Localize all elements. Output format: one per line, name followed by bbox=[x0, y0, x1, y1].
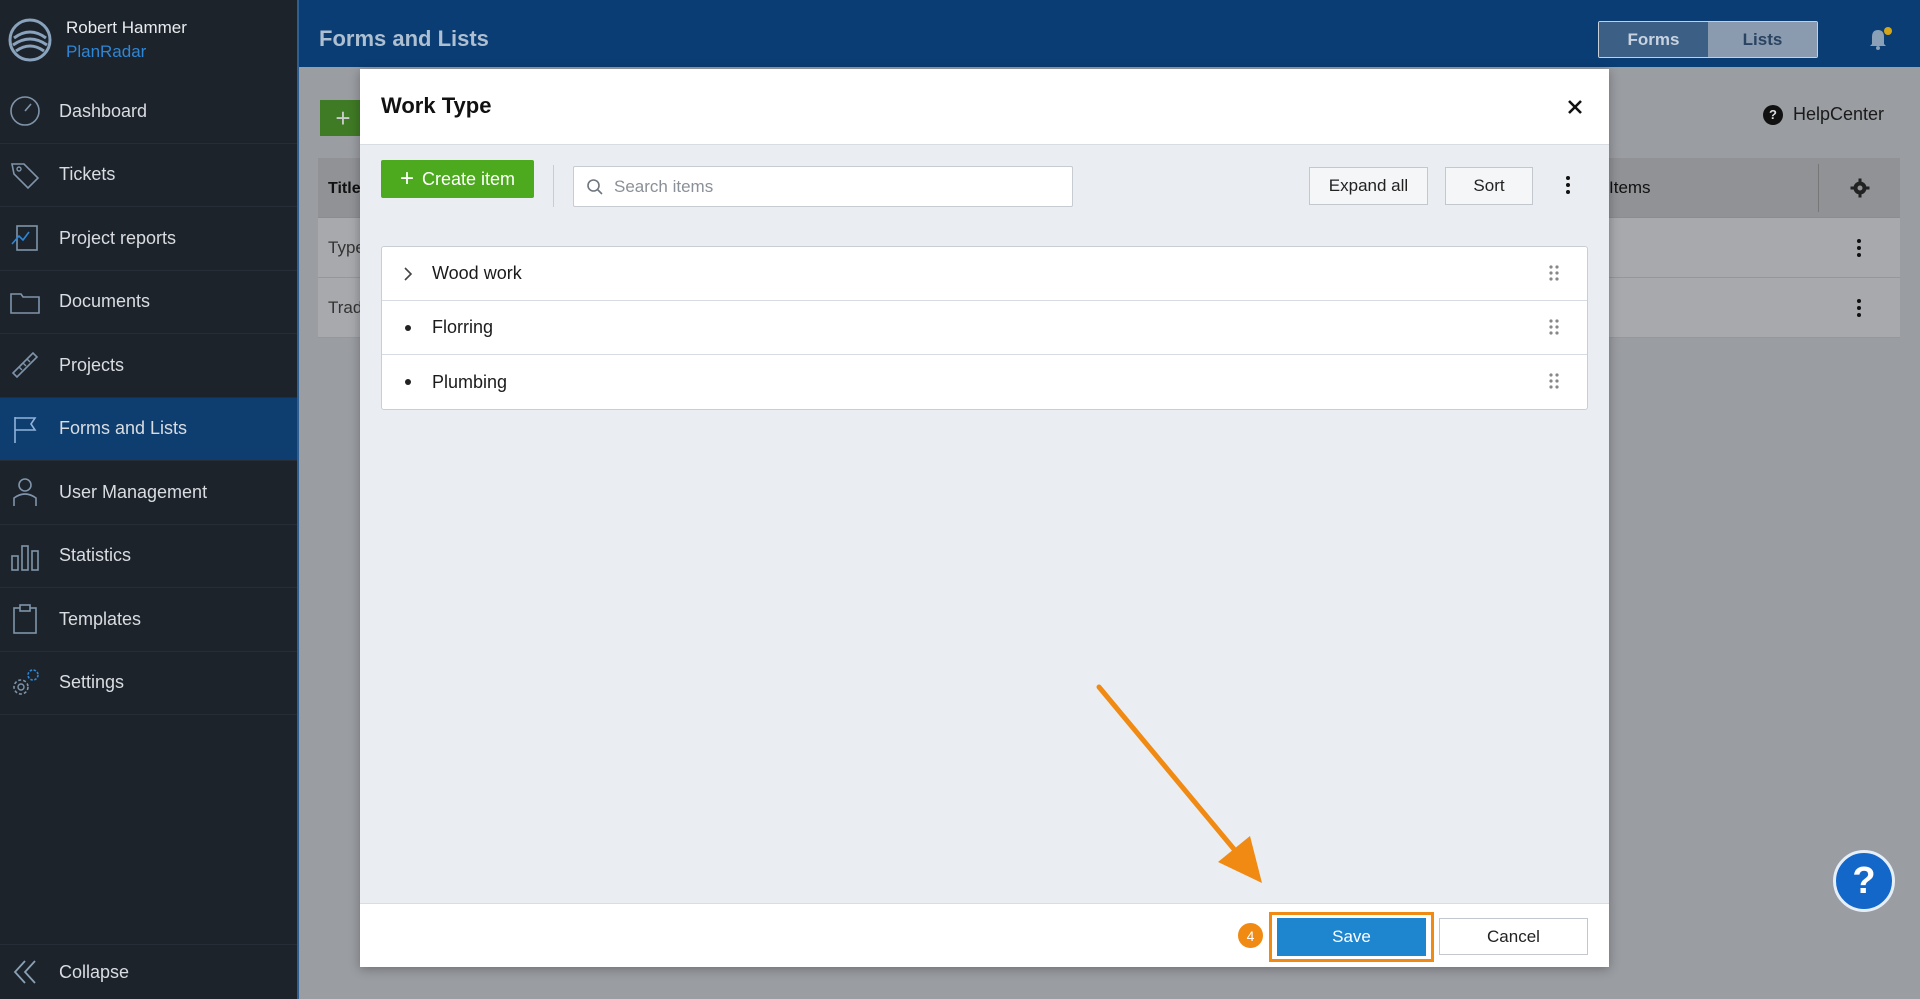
collapse-label: Collapse bbox=[59, 961, 130, 982]
list-item-label: Plumbing bbox=[432, 371, 508, 392]
sidebar-item-project-reports[interactable]: Project reports bbox=[0, 207, 297, 271]
sidebar-item-label: Templates bbox=[59, 608, 142, 629]
flag-icon bbox=[8, 412, 42, 446]
sidebar-item-statistics[interactable]: Statistics bbox=[0, 525, 297, 588]
sidebar-item-projects[interactable]: Projects bbox=[0, 334, 297, 398]
bell-icon[interactable] bbox=[1867, 26, 1893, 50]
save-button[interactable]: Save bbox=[1277, 918, 1426, 956]
dashboard-icon bbox=[8, 94, 42, 128]
sidebar-item-label: Dashboard bbox=[59, 100, 148, 121]
bullet-icon bbox=[392, 324, 424, 331]
gear-icon[interactable] bbox=[1850, 178, 1870, 198]
tab-lists[interactable]: Lists bbox=[1708, 22, 1817, 57]
work-type-modal: Work Type + Create item Expand all Sort … bbox=[360, 69, 1609, 967]
clipboard-icon bbox=[8, 602, 42, 636]
tab-forms[interactable]: Forms bbox=[1599, 22, 1708, 57]
more-vertical-icon[interactable] bbox=[1855, 298, 1863, 318]
row-title: Trad bbox=[328, 298, 363, 317]
bar-chart-icon bbox=[8, 539, 42, 573]
modal-title: Work Type bbox=[381, 93, 492, 118]
toolbar-divider bbox=[553, 165, 554, 207]
column-items: Items bbox=[1609, 178, 1651, 197]
list-item-label: Wood work bbox=[432, 263, 522, 283]
sidebar-item-dashboard[interactable]: Dashboard bbox=[0, 80, 297, 144]
bullet-icon bbox=[392, 379, 424, 385]
sort-button[interactable]: Sort bbox=[1445, 167, 1533, 205]
sidebar-item-user-management[interactable]: User Management bbox=[0, 461, 297, 525]
help-fab-button[interactable]: ? bbox=[1833, 850, 1895, 912]
forms-lists-toggle: Forms Lists bbox=[1598, 21, 1818, 58]
brand-name: PlanRadar bbox=[66, 42, 147, 61]
helpcenter-link[interactable]: ? HelpCenter bbox=[1763, 104, 1884, 125]
search-icon bbox=[587, 178, 603, 195]
more-vertical-icon[interactable] bbox=[1564, 174, 1572, 196]
sidebar: Robert Hammer PlanRadar Dashboard Ticket… bbox=[0, 0, 299, 999]
drag-handle-icon[interactable] bbox=[1549, 373, 1559, 389]
column-divider bbox=[1818, 164, 1819, 212]
sidebar-item-label: Statistics bbox=[59, 545, 132, 566]
step-badge: 4 bbox=[1236, 921, 1265, 950]
sidebar-item-forms-and-lists[interactable]: Forms and Lists bbox=[0, 397, 297, 461]
items-list: Wood work Florring Plumbing bbox=[381, 246, 1588, 410]
user-icon bbox=[8, 475, 42, 509]
close-icon[interactable] bbox=[1563, 95, 1587, 119]
sidebar-item-templates[interactable]: Templates bbox=[0, 588, 297, 652]
list-item[interactable]: Wood work bbox=[382, 247, 1587, 301]
list-item[interactable]: Florring bbox=[382, 301, 1587, 355]
create-item-label: Create item bbox=[421, 168, 516, 189]
modal-footer: 4 Save Cancel bbox=[360, 903, 1609, 967]
modal-header: Work Type bbox=[360, 69, 1609, 145]
list-item[interactable]: Plumbing bbox=[382, 355, 1587, 409]
drag-handle-icon[interactable] bbox=[1549, 265, 1559, 281]
ruler-icon bbox=[8, 348, 42, 382]
sidebar-item-settings[interactable]: Settings bbox=[0, 652, 297, 715]
list-item-label: Florring bbox=[432, 317, 494, 337]
plus-icon: + bbox=[399, 165, 414, 192]
tag-icon bbox=[8, 158, 42, 192]
search-field bbox=[573, 166, 1073, 207]
sidebar-item-label: Project reports bbox=[59, 227, 177, 248]
helpcenter-label: HelpCenter bbox=[1793, 104, 1885, 124]
gear-icon bbox=[8, 666, 42, 700]
sidebar-item-label: User Management bbox=[59, 481, 208, 502]
question-mark-icon: ? bbox=[1852, 859, 1876, 902]
column-title: Title bbox=[328, 180, 361, 197]
page-title: Forms and Lists bbox=[319, 26, 489, 51]
drag-handle-icon[interactable] bbox=[1549, 319, 1559, 335]
folder-icon bbox=[8, 285, 42, 319]
sidebar-item-label: Forms and Lists bbox=[59, 418, 188, 439]
planradar-logo-icon bbox=[8, 18, 52, 62]
sidebar-item-label: Documents bbox=[59, 291, 151, 312]
sidebar-item-label: Projects bbox=[59, 354, 125, 375]
collapse-button[interactable]: Collapse bbox=[0, 944, 297, 999]
sidebar-item-label: Settings bbox=[59, 672, 125, 693]
help-circle-icon: ? bbox=[1763, 104, 1783, 125]
sidebar-item-documents[interactable]: Documents bbox=[0, 271, 297, 334]
create-item-button[interactable]: + Create item bbox=[381, 160, 534, 198]
user-profile[interactable]: Robert Hammer PlanRadar bbox=[0, 0, 297, 80]
double-chevron-left-icon bbox=[8, 958, 42, 986]
sidebar-item-label: Tickets bbox=[59, 164, 116, 185]
cancel-button[interactable]: Cancel bbox=[1439, 918, 1588, 955]
sidebar-item-tickets[interactable]: Tickets bbox=[0, 144, 297, 207]
search-input[interactable] bbox=[614, 176, 1054, 197]
chevron-right-icon[interactable] bbox=[392, 266, 424, 282]
expand-all-button[interactable]: Expand all bbox=[1309, 167, 1428, 205]
user-name: Robert Hammer bbox=[66, 18, 187, 37]
top-bar: Forms and Lists Forms Lists bbox=[299, 0, 1920, 67]
report-icon bbox=[8, 221, 42, 255]
more-vertical-icon[interactable] bbox=[1855, 238, 1863, 258]
